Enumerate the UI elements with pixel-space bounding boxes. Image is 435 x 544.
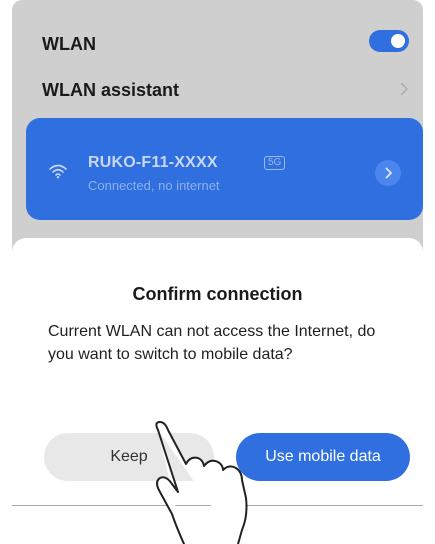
wlan-assistant-label: WLAN assistant <box>42 80 180 100</box>
toggle-knob <box>391 34 405 48</box>
dialog-title: Confirm connection <box>132 284 303 304</box>
pointing-hand-icon <box>155 421 248 544</box>
chevron-right-icon <box>400 82 409 96</box>
network-status: Connected, no internet <box>88 178 220 193</box>
chevron-right-icon <box>385 167 393 179</box>
wlan-label: WLAN <box>42 34 96 54</box>
dialog-message: Current WLAN can not access the Internet… <box>48 323 376 363</box>
network-details-button[interactable] <box>375 160 401 186</box>
band-badge: 5G <box>264 156 286 170</box>
wlan-toggle[interactable] <box>369 30 409 52</box>
network-name: RUKO-F11-XXXX <box>88 154 218 171</box>
wlan-assistant-row[interactable]: WLAN assistant <box>42 78 401 102</box>
wifi-icon <box>49 164 67 179</box>
wlan-row[interactable]: WLAN <box>42 32 401 56</box>
connected-network-card[interactable]: RUKO-F11-XXXX 5G Connected, no internet <box>26 118 423 220</box>
